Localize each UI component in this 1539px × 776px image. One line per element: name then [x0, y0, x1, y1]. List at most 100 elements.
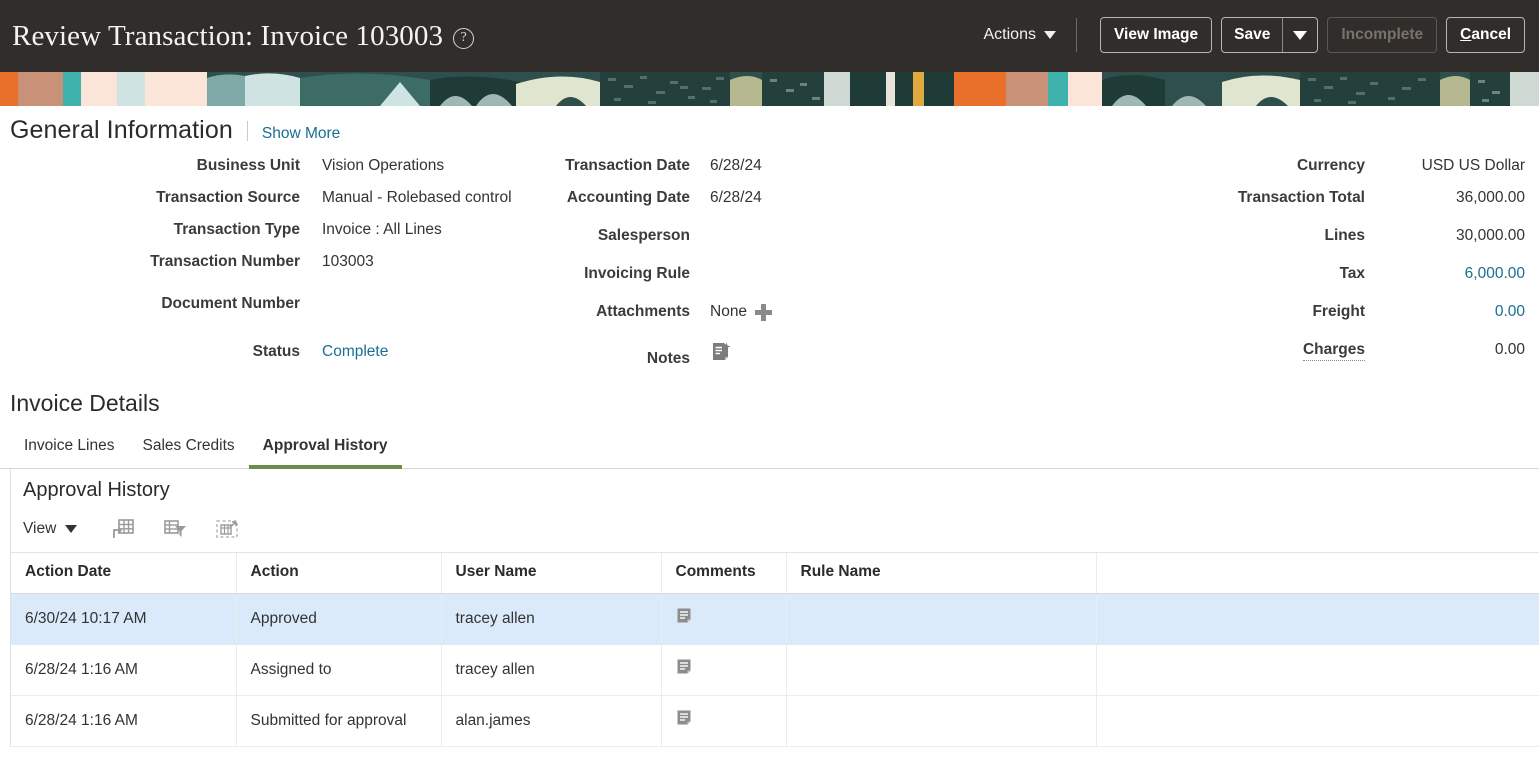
info-column-2: Transaction Date 6/28/24 Accounting Date…: [530, 157, 1010, 382]
field-transaction-date: Transaction Date 6/28/24: [530, 157, 1010, 175]
filter-table-icon[interactable]: [155, 516, 195, 542]
field-document-number: Document Number: [0, 295, 530, 313]
field-label: Tax: [1339, 265, 1365, 282]
field-transaction-type: Transaction Type Invoice : All Lines: [0, 221, 530, 239]
cell-rule-name: [786, 593, 1097, 645]
field-label: Status: [252, 343, 300, 360]
chevron-down-icon: [1043, 31, 1056, 39]
panel-title: Approval History: [23, 479, 170, 501]
tax-amount-link[interactable]: 6,000.00: [1365, 265, 1525, 283]
page-title: Review Transaction: Invoice 103003: [12, 19, 444, 52]
cell-action-date: 6/28/24 1:16 AM: [11, 695, 237, 747]
field-value: USD US Dollar: [1421, 157, 1525, 174]
cell-user-name: tracey allen: [441, 644, 662, 696]
tab-invoice-lines[interactable]: Invoice Lines: [10, 431, 128, 469]
save-dropdown-button[interactable]: [1283, 18, 1317, 52]
comment-note-icon[interactable]: [676, 607, 695, 631]
field-charges: Charges 0.00: [1010, 341, 1539, 361]
field-label: Business Unit: [196, 157, 300, 174]
field-value: 6/28/24: [710, 157, 762, 174]
show-more-link[interactable]: Show More: [262, 125, 340, 143]
title-divider: [246, 120, 248, 141]
field-label: Salesperson: [597, 227, 690, 244]
view-image-button[interactable]: View Image: [1099, 17, 1213, 53]
table-row[interactable]: 6/28/24 1:16 AM Assigned to tracey allen: [11, 644, 1539, 696]
header-action-bar: Actions View Image Save Incomplete Cance…: [976, 17, 1525, 55]
decorative-banner: [0, 72, 1539, 106]
tab-sales-credits[interactable]: Sales Credits: [128, 431, 248, 469]
notes-document-icon[interactable]: [710, 341, 732, 368]
field-value: Invoice : All Lines: [322, 221, 442, 238]
field-label: Invoicing Rule: [584, 265, 690, 282]
table-header-row: Action Date Action User Name Comments Ru…: [11, 553, 1539, 594]
detach-table-icon[interactable]: [207, 516, 247, 542]
cancel-label-rest: ancel: [1471, 26, 1511, 43]
page-content: General Information Show More Business U…: [0, 106, 1539, 747]
chevron-down-icon: [65, 525, 78, 533]
field-value: 30,000.00: [1456, 227, 1525, 244]
field-transaction-total: Transaction Total 36,000.00: [1010, 189, 1539, 207]
freight-amount-link[interactable]: 0.00: [1365, 303, 1525, 321]
field-value: 103003: [322, 253, 374, 270]
field-label: Attachments: [596, 303, 690, 320]
help-circle-icon[interactable]: ?: [453, 27, 475, 49]
cancel-accel-letter: C: [1460, 26, 1472, 43]
field-label: Transaction Date: [565, 157, 690, 174]
export-to-spreadsheet-icon[interactable]: [103, 516, 143, 542]
general-information-grid: Business Unit Vision Operations Transact…: [0, 145, 1539, 382]
column-header-comments[interactable]: Comments: [661, 553, 787, 594]
field-label: Notes: [646, 350, 690, 367]
comment-note-icon[interactable]: [676, 709, 695, 733]
view-menu-button[interactable]: View: [23, 520, 91, 538]
field-currency: Currency USD US Dollar: [1010, 157, 1539, 175]
field-label: Charges: [1302, 341, 1365, 361]
invoice-details-tabbar: Invoice Lines Sales Credits Approval His…: [0, 417, 1539, 469]
column-header-action-date[interactable]: Action Date: [11, 553, 237, 594]
approval-history-table: Action Date Action User Name Comments Ru…: [11, 553, 1539, 747]
save-split-button[interactable]: Save: [1221, 17, 1319, 53]
view-menu-label: View: [23, 520, 57, 537]
cell-action-date: 6/30/24 10:17 AM: [11, 593, 237, 645]
approval-history-panel: Approval History View Action Date Action…: [10, 469, 1539, 747]
tab-approval-history[interactable]: Approval History: [248, 431, 402, 469]
field-status: Status Complete: [0, 343, 530, 361]
invoice-details-title: Invoice Details: [10, 390, 160, 416]
cancel-button[interactable]: Cancel: [1446, 17, 1525, 53]
field-label: Document Number: [161, 295, 300, 312]
cell-comments: [661, 593, 787, 645]
page-title-group: Review Transaction: Invoice 103003 ?: [12, 19, 475, 53]
column-header-rule-name[interactable]: Rule Name: [786, 553, 1097, 594]
info-column-1: Business Unit Vision Operations Transact…: [0, 157, 530, 382]
field-transaction-source: Transaction Source Manual - Rolebased co…: [0, 189, 530, 207]
column-header-user-name[interactable]: User Name: [441, 553, 662, 594]
field-value: 6/28/24: [710, 189, 762, 206]
cell-rule-name: [786, 644, 1097, 696]
cell-action-date: 6/28/24 1:16 AM: [11, 644, 237, 696]
incomplete-button[interactable]: Incomplete: [1327, 17, 1438, 53]
field-transaction-number: Transaction Number 103003: [0, 253, 530, 271]
column-header-filler: [1096, 553, 1539, 594]
field-tax: Tax 6,000.00: [1010, 265, 1539, 283]
field-value: 36,000.00: [1456, 189, 1525, 206]
cell-user-name: tracey allen: [441, 593, 662, 645]
field-lines: Lines 30,000.00: [1010, 227, 1539, 245]
status-link[interactable]: Complete: [300, 343, 388, 361]
field-notes: Notes: [530, 341, 1010, 368]
column-header-action[interactable]: Action: [236, 553, 442, 594]
field-label: Currency: [1296, 157, 1365, 174]
field-label: Accounting Date: [566, 189, 690, 206]
table-row[interactable]: 6/30/24 10:17 AM Approved tracey allen: [11, 593, 1539, 645]
field-business-unit: Business Unit Vision Operations: [0, 157, 530, 175]
cell-rule-name: [786, 695, 1097, 747]
field-accounting-date: Accounting Date 6/28/24: [530, 189, 1010, 207]
comment-note-icon[interactable]: [676, 658, 695, 682]
attachments-value: None: [710, 303, 748, 320]
field-salesperson: Salesperson: [530, 227, 1010, 245]
plus-icon[interactable]: [755, 303, 773, 321]
table-row[interactable]: 6/28/24 1:16 AM Submitted for approval a…: [11, 695, 1539, 747]
actions-menu-button[interactable]: Actions: [976, 20, 1064, 50]
info-column-3: Currency USD US Dollar Transaction Total…: [1010, 157, 1539, 382]
cell-action: Assigned to: [236, 644, 442, 696]
cell-action: Submitted for approval: [236, 695, 442, 747]
save-button[interactable]: Save: [1222, 18, 1282, 52]
